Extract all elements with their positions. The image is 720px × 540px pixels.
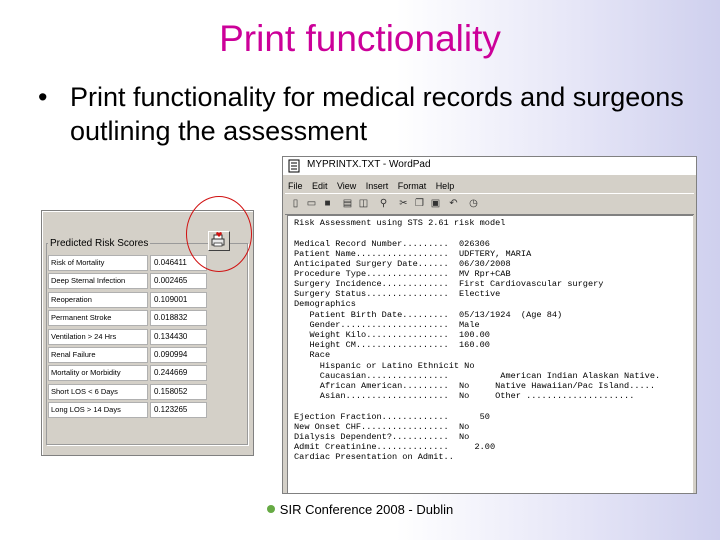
doc-line: Anticipated Surgery Date...... 06/30/200… — [294, 259, 511, 269]
risk-row: Permanent Stroke 0.018832 — [46, 308, 246, 327]
risk-row: Ventilation > 24 Hrs 0.134430 — [46, 327, 246, 345]
menu-edit[interactable]: Edit — [312, 178, 328, 194]
risk-label: Permanent Stroke — [48, 310, 148, 327]
risk-label: Risk of Mortality — [48, 255, 148, 271]
doc-line: Hispanic or Latino Ethnicit No — [294, 361, 475, 371]
date-time-icon[interactable]: ◷ — [467, 197, 480, 210]
risk-label: Renal Failure — [48, 346, 148, 363]
risk-scores-list: Risk of Mortality 0.046411 Deep Sternal I… — [46, 253, 246, 419]
find-icon[interactable]: ⚲ — [377, 197, 390, 210]
bullet-symbol: • — [38, 82, 48, 112]
doc-line: Demographics — [294, 299, 356, 309]
risk-value: 0.244669 — [150, 365, 207, 382]
menu-view[interactable]: View — [337, 178, 356, 194]
risk-row: Long LOS > 14 Days 0.123265 — [46, 400, 246, 419]
doc-line: Patient Name.................. UDFTERY, … — [294, 249, 532, 259]
doc-line: Weight Kilo................ 100.00 — [294, 330, 490, 340]
risk-label: Ventilation > 24 Hrs — [48, 328, 148, 345]
doc-line: Height CM.................. 160.00 — [294, 340, 490, 350]
risk-panel-title: Predicted Risk Scores — [48, 238, 151, 249]
doc-line: Admit Creatinine.............. 2.00 — [294, 442, 496, 452]
risk-row: Short LOS < 6 Days 0.158052 — [46, 382, 246, 400]
open-folder-icon[interactable]: ▭ — [305, 197, 318, 210]
risk-value: 0.134430 — [150, 328, 207, 345]
wordpad-menubar: File Edit View Insert Format Help — [283, 176, 696, 192]
doc-line: Surgery Incidence............. First Car… — [294, 279, 604, 289]
undo-icon[interactable]: ↶ — [447, 197, 460, 210]
footer-text: SIR Conference 2008 - Dublin — [279, 502, 454, 517]
doc-line: African American......... No Native Hawa… — [294, 381, 655, 391]
risk-value: 0.002465 — [150, 273, 207, 290]
wordpad-title: MYPRINTX.TXT - WordPad — [307, 159, 431, 170]
slide-footer: SIR Conference 2008 - Dublin — [0, 502, 720, 517]
risk-label: Reoperation — [48, 291, 148, 308]
risk-row: Renal Failure 0.090994 — [46, 345, 246, 363]
risk-value: 0.090994 — [150, 346, 207, 363]
wordpad-toolbar: ▯ ▭ ■ ▤ ◫ ⚲ ✂ ❐ ▣ ↶ ◷ — [285, 193, 694, 215]
doc-line: Risk Assessment using STS 2.61 risk mode… — [294, 218, 506, 228]
menu-format[interactable]: Format — [398, 178, 427, 194]
doc-line: Caucasian................ American India… — [294, 371, 661, 381]
wordpad-app-icon — [288, 159, 300, 173]
doc-line: Asian.................... No Other .....… — [294, 391, 635, 401]
doc-line: Ejection Fraction............. 50 — [294, 412, 490, 422]
save-icon[interactable]: ■ — [321, 197, 334, 210]
risk-value: 0.158052 — [150, 383, 207, 400]
risk-row: Mortality or Morbidity 0.244669 — [46, 363, 246, 382]
risk-label: Mortality or Morbidity — [48, 365, 148, 382]
doc-line: Dialysis Dependent?........... No — [294, 432, 470, 442]
risk-label: Long LOS > 14 Days — [48, 402, 148, 419]
footer-bullet-icon — [266, 505, 275, 513]
print-icon[interactable]: ▤ — [341, 197, 354, 210]
doc-line: New Onset CHF................. No — [294, 422, 470, 432]
wordpad-window: MYPRINTX.TXT - WordPad File Edit View In… — [282, 156, 697, 494]
risk-row: Reoperation 0.109001 — [46, 290, 246, 308]
risk-label: Short LOS < 6 Days — [48, 383, 148, 400]
risk-value: 0.109001 — [150, 291, 207, 308]
wordpad-document[interactable]: Risk Assessment using STS 2.61 risk mode… — [287, 215, 693, 493]
risk-row: Deep Sternal Infection 0.002465 — [46, 271, 246, 290]
doc-line: Race — [294, 350, 331, 360]
highlight-circle — [186, 196, 252, 272]
doc-line: Medical Record Number......... 026306 — [294, 239, 490, 249]
paste-icon[interactable]: ▣ — [429, 197, 442, 210]
risk-label: Deep Sternal Infection — [48, 273, 148, 290]
doc-line: Procedure Type................ MV Rpr+CA… — [294, 269, 511, 279]
doc-line: Patient Birth Date......... 05/13/1924 (… — [294, 310, 563, 320]
wordpad-titlebar[interactable]: MYPRINTX.TXT - WordPad — [283, 157, 696, 175]
slide-title: Print functionality — [219, 18, 501, 59]
risk-value: 0.018832 — [150, 310, 207, 327]
doc-line: Surgery Status................ Elective — [294, 289, 501, 299]
cut-icon[interactable]: ✂ — [397, 197, 410, 210]
menu-help[interactable]: Help — [436, 178, 455, 194]
menu-file[interactable]: File — [288, 178, 303, 194]
doc-line: Gender..................... Male — [294, 320, 480, 330]
new-document-icon[interactable]: ▯ — [289, 197, 302, 210]
copy-icon[interactable]: ❐ — [413, 197, 426, 210]
bullet-text: Print functionality for medical records … — [70, 82, 684, 146]
doc-line: Cardiac Presentation on Admit.. — [294, 452, 454, 462]
menu-insert[interactable]: Insert — [366, 178, 389, 194]
print-preview-icon[interactable]: ◫ — [357, 197, 370, 210]
risk-value: 0.123265 — [150, 402, 207, 419]
